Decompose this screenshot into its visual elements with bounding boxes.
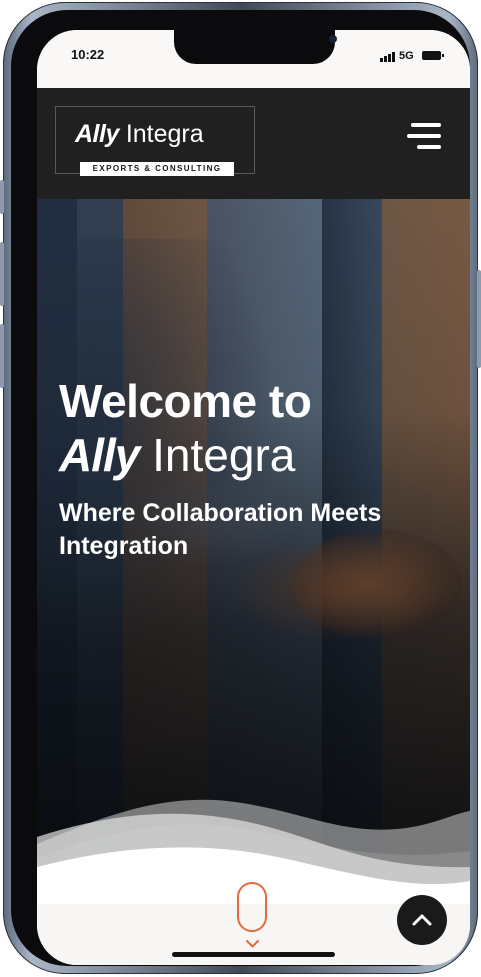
phone-side-button [477, 270, 481, 368]
home-indicator[interactable] [172, 952, 335, 957]
hero-brand: Ally Integra [59, 428, 295, 482]
site-logo[interactable]: Ally Integra EXPORTS & CONSULTING [55, 106, 255, 176]
phone-frame: 10:22 5G Ally Integra EXPORTS & CONSULTI… [0, 2, 481, 974]
screen: 10:22 5G Ally Integra EXPORTS & CONSULTI… [37, 30, 470, 965]
phone-side-button [0, 180, 4, 214]
status-bar: 10:22 5G [37, 30, 470, 88]
back-to-top-button[interactable] [397, 895, 447, 945]
hero-title: Welcome to [59, 375, 312, 427]
signal-bars-icon [380, 52, 396, 62]
notch [174, 30, 337, 64]
chevron-up-icon [412, 914, 432, 926]
phone-side-button [0, 324, 4, 388]
logo-integra-text: Integra [125, 120, 204, 148]
hero-section: Welcome to Ally Integra Where Collaborat… [37, 199, 470, 904]
phone-side-button [0, 242, 4, 306]
hero-brand-integra: Integra [152, 429, 296, 481]
hero-subtitle: Where Collaboration Meets Integration [59, 499, 382, 560]
logo-tagline: EXPORTS & CONSULTING [80, 162, 234, 176]
site-header: Ally Integra EXPORTS & CONSULTING [37, 88, 470, 199]
chevron-down-icon [246, 940, 259, 948]
hero-brand-ally: Ally [59, 429, 140, 481]
camera-icon [329, 35, 337, 43]
battery-icon [422, 51, 444, 60]
logo-ally-text: Ally [75, 120, 119, 148]
scroll-down-icon[interactable] [237, 882, 267, 932]
network-label: 5G [399, 50, 414, 62]
logo-wordmark: Ally Integra [75, 120, 204, 149]
phone-bezel: 10:22 5G Ally Integra EXPORTS & CONSULTI… [11, 10, 470, 966]
status-time: 10:22 [71, 47, 105, 62]
hamburger-menu-icon[interactable] [407, 123, 441, 153]
